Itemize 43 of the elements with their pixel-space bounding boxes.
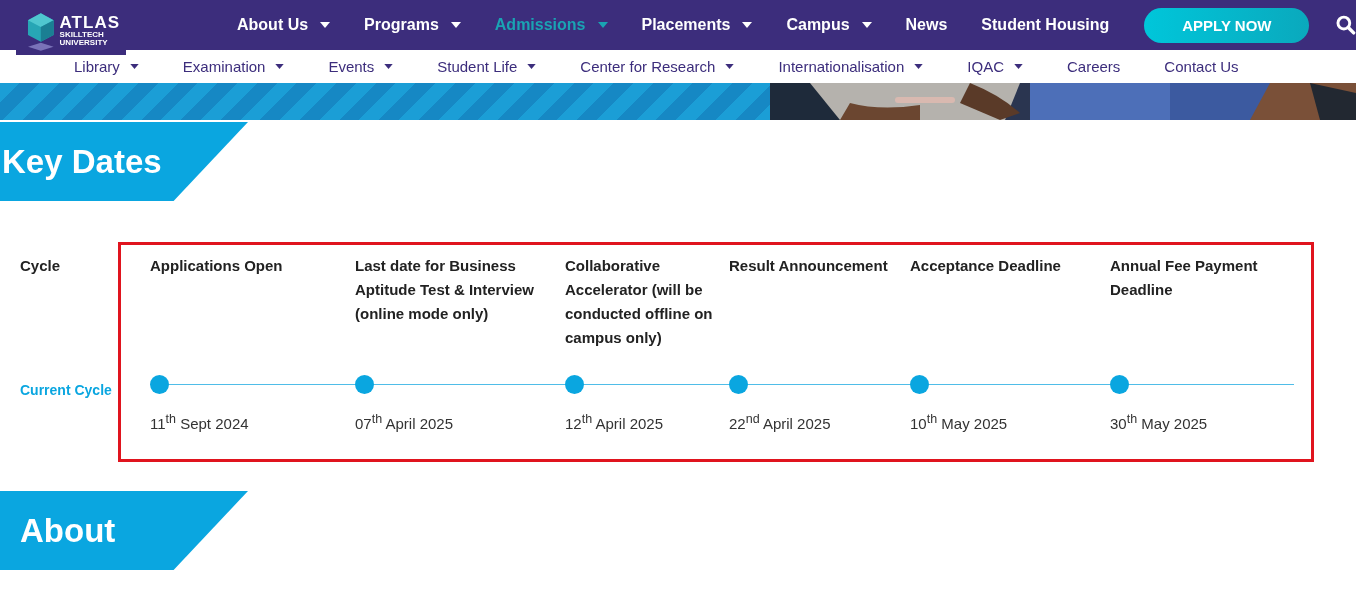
timeline-dot: [1110, 375, 1129, 394]
section-heading: Key Dates: [2, 142, 162, 181]
cube-logo-icon: [26, 10, 56, 51]
subnav-link[interactable]: Internationalisation: [778, 58, 924, 75]
milestone-date: 11$^{th}$ Sept 2024: [150, 412, 250, 432]
subnav-link[interactable]: Contact Us: [1164, 58, 1239, 75]
subnav-link[interactable]: Student Life: [437, 58, 537, 75]
subnav-link[interactable]: Library: [74, 58, 139, 75]
timeline-dot: [150, 375, 169, 394]
subnav-link[interactable]: Careers: [1067, 58, 1121, 75]
subnav-link[interactable]: IQAC: [967, 58, 1023, 75]
milestone-title: Last date for Business Aptitude Test & Interview (online mode only): [355, 256, 535, 324]
row-label: Current Cycle: [20, 382, 113, 400]
column-label: Cycle: [20, 256, 62, 276]
section-heading: About: [20, 511, 116, 550]
milestone-date: 12$^{th}$ April 2025: [565, 412, 664, 432]
subnav-link[interactable]: Center for Research: [580, 58, 735, 75]
timeline-dot: [729, 375, 748, 394]
logo-wordmark: ATLAS: [59, 14, 120, 31]
milestone-date: 07$^{th}$ April 2025: [355, 412, 454, 432]
milestone-title: Acceptance Deadline: [910, 256, 1062, 276]
subnav-link[interactable]: Examination: [182, 58, 285, 75]
logo-text: SKILLTECH: [59, 31, 105, 39]
milestone-date: 22$^{nd}$ April 2025: [729, 412, 832, 432]
nav-link[interactable]: Programs: [364, 16, 461, 34]
nav-link[interactable]: News: [905, 16, 948, 34]
nav-link[interactable]: About Us: [237, 16, 331, 34]
timeline-dot: [355, 375, 374, 394]
milestone-date: 10$^{th}$ May 2025: [910, 412, 1009, 432]
subnav-link[interactable]: Events: [328, 58, 394, 75]
milestone-title: Collaborative Accelerator (will be conducted offline on campus only): [565, 256, 714, 348]
milestone-title: Annual Fee Payment Deadline: [1110, 256, 1259, 300]
milestone-date: 30$^{th}$ May 2025: [1110, 412, 1209, 432]
nav-link[interactable]: Campus: [786, 16, 872, 34]
milestone-title: Applications Open: [150, 256, 284, 276]
nav-link[interactable]: Placements: [641, 16, 753, 34]
timeline-dot: [565, 375, 584, 394]
nav-link[interactable]: Student Housing: [981, 16, 1110, 34]
nav-link[interactable]: Admissions: [494, 16, 608, 34]
search-icon[interactable]: [1336, 15, 1356, 35]
milestone-title: Result Announcement: [729, 256, 889, 276]
logo-text: UNIVERSITY: [59, 39, 109, 47]
timeline-dot: [910, 375, 929, 394]
